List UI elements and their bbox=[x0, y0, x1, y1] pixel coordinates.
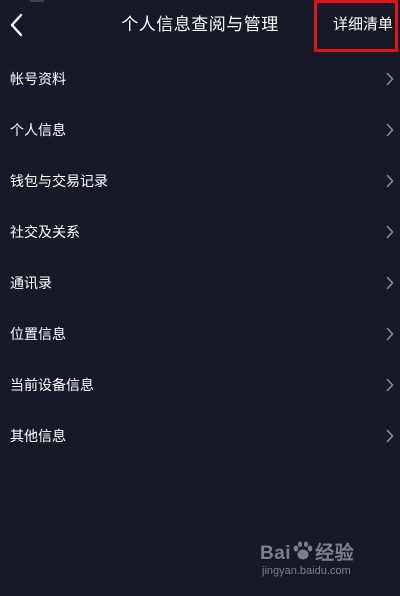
chevron-right-icon bbox=[386, 378, 394, 392]
list-item-label: 个人信息 bbox=[10, 123, 66, 139]
chevron-right-icon bbox=[386, 327, 394, 341]
watermark-logo: Bai 经验 bbox=[260, 538, 354, 565]
list-item-label: 位置信息 bbox=[10, 327, 66, 343]
list-item-contacts[interactable]: 通讯录 bbox=[0, 258, 400, 309]
list-item-label: 帐号资料 bbox=[10, 72, 66, 88]
list-item-label: 社交及关系 bbox=[10, 225, 80, 241]
list-item-label: 其他信息 bbox=[10, 429, 66, 445]
list-item-personal-info[interactable]: 个人信息 bbox=[0, 105, 400, 156]
status-bar-fragment bbox=[30, 0, 44, 2]
list-item-other-info[interactable]: 其他信息 bbox=[0, 411, 400, 462]
list-item-account-profile[interactable]: 帐号资料 bbox=[0, 54, 400, 105]
list-item-label: 当前设备信息 bbox=[10, 378, 94, 394]
detail-list-button[interactable]: 详细清单 bbox=[333, 14, 393, 34]
personal-info-menu-list: 帐号资料 个人信息 钱包与交易记录 社交及关系 通讯录 位置信息 当前设备信息 … bbox=[0, 54, 400, 462]
chevron-right-icon bbox=[386, 429, 394, 443]
list-item-label: 钱包与交易记录 bbox=[10, 174, 108, 190]
chevron-right-icon bbox=[386, 225, 394, 239]
watermark-brand-text: Bai bbox=[260, 543, 292, 564]
watermark-brand-suffix: 经验 bbox=[315, 543, 355, 564]
top-navigation-bar: 个人信息查阅与管理 详细清单 bbox=[0, 0, 400, 52]
chevron-right-icon bbox=[386, 123, 394, 137]
baidu-jingyan-watermark: Bai 经验 jingyan.baidu.com bbox=[260, 538, 390, 588]
chevron-right-icon bbox=[386, 174, 394, 188]
list-item-label: 通讯录 bbox=[10, 276, 52, 292]
list-item-social-relations[interactable]: 社交及关系 bbox=[0, 207, 400, 258]
chevron-right-icon bbox=[386, 72, 394, 86]
chevron-right-icon bbox=[386, 276, 394, 290]
list-item-wallet-transactions[interactable]: 钱包与交易记录 bbox=[0, 156, 400, 207]
list-item-location-info[interactable]: 位置信息 bbox=[0, 309, 400, 360]
list-item-device-info[interactable]: 当前设备信息 bbox=[0, 360, 400, 411]
watermark-url: jingyan.baidu.com bbox=[262, 565, 351, 577]
paw-icon bbox=[293, 541, 313, 560]
